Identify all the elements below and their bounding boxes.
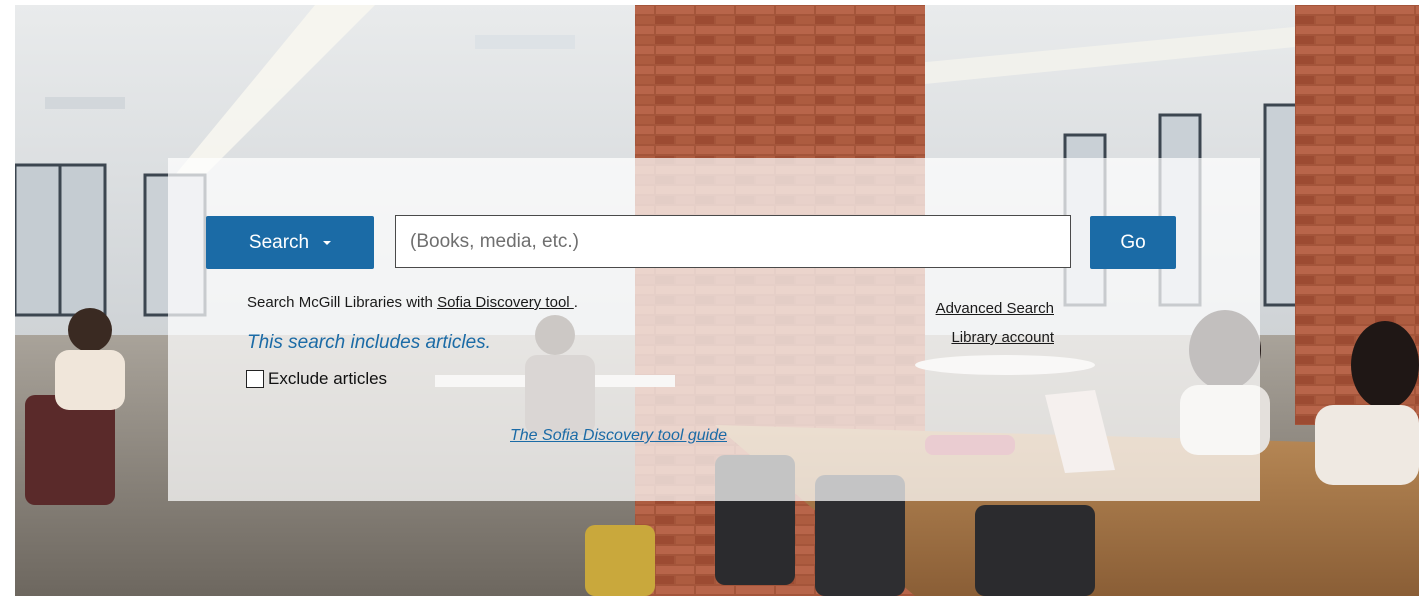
search-description: Search McGill Libraries with Sofia Disco… <box>247 294 578 311</box>
includes-articles-note: This search includes articles. <box>247 332 491 353</box>
exclude-articles-label: Exclude articles <box>268 369 388 388</box>
search-scope-dropdown-button[interactable]: Search <box>206 216 374 269</box>
sofia-discovery-tool-link[interactable]: Sofia Discovery tool <box>437 294 574 311</box>
search-panel: Search Go Search McGill Libraries with S… <box>168 158 1260 501</box>
exclude-articles-checkbox[interactable] <box>246 370 264 388</box>
description-suffix: . <box>573 294 578 311</box>
sofia-guide-link[interactable]: The Sofia Discovery tool guide <box>510 427 727 444</box>
search-scope-label: Search <box>248 231 310 253</box>
library-account-link[interactable]: Library account <box>936 323 1054 352</box>
guide-container: The Sofia Discovery tool guide <box>510 427 727 445</box>
caret-down-icon <box>323 240 332 245</box>
exclude-articles-option[interactable]: Exclude articles <box>246 369 387 389</box>
advanced-search-link[interactable]: Advanced Search <box>936 294 1054 323</box>
go-button[interactable]: Go <box>1090 216 1176 269</box>
search-input[interactable] <box>395 215 1071 268</box>
hero-banner: Search Go Search McGill Libraries with S… <box>15 5 1419 596</box>
account-links: Advanced Search Library account <box>936 294 1054 352</box>
description-prefix: Search McGill Libraries with <box>247 294 438 311</box>
